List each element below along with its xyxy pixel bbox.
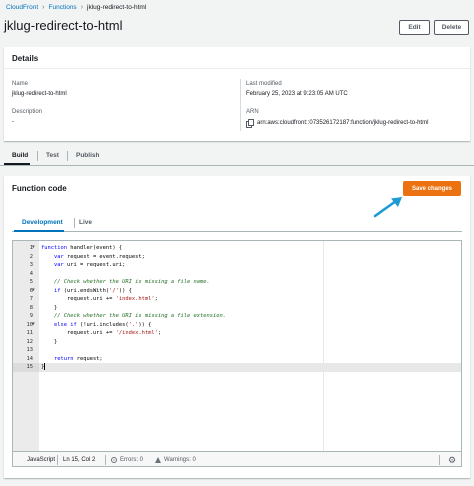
- active-line-highlight: [39, 363, 461, 372]
- line-number: 3: [29, 262, 33, 268]
- code-text: if (uri.endsWith('/')) {: [53, 287, 132, 294]
- code-text: else if (!uri.includes('.')) {: [53, 321, 152, 328]
- statusbar-divider: [439, 455, 440, 465]
- code-editor[interactable]: 1 ▼ function handler(event) {2 var request…: [12, 240, 462, 467]
- code-text: }: [41, 363, 46, 370]
- code-line[interactable]: 5 // Check whether the URI is missing a …: [13, 278, 461, 287]
- description-label: Description: [12, 109, 43, 115]
- code-text: var uri = request.uri;: [53, 262, 126, 268]
- line-number: 10: [26, 321, 34, 328]
- arn-label: ARN: [246, 109, 259, 115]
- code-line[interactable]: 11 request.uri += '/index.html';: [13, 329, 461, 338]
- page-title: jklug-redirect-to-html: [4, 18, 123, 33]
- name-label: Name: [12, 81, 29, 87]
- code-line[interactable]: 6 ▼ if (uri.endsWith('/')) {: [13, 287, 461, 296]
- breadcrumb-cloudfront[interactable]: CloudFront: [6, 4, 38, 11]
- fold-toggle-icon[interactable]: ▼: [32, 244, 35, 253]
- tab-test[interactable]: Test: [46, 152, 59, 159]
- statusbar-divider: [105, 455, 106, 465]
- code-line[interactable]: 2 var request = event.request;: [13, 253, 461, 262]
- gear-icon[interactable]: ⚙: [447, 455, 457, 465]
- text-cursor: [44, 363, 46, 370]
- editor-statusbar: JavaScript Ln 15, Col 2 × Errors: 0 Warn…: [13, 451, 461, 466]
- description-value: -: [12, 119, 14, 125]
- line-number: 13: [26, 347, 34, 353]
- name-value: jklug-redirect-to-html: [12, 91, 67, 97]
- tab-development[interactable]: Development: [22, 219, 63, 226]
- breadcrumb-functions[interactable]: Functions: [49, 4, 77, 11]
- line-number: 11: [26, 330, 34, 336]
- code-line[interactable]: 9 // Check whether the URI is missing a …: [13, 312, 461, 321]
- arn-row: arn:aws:cloudfront::073526172187:functio…: [246, 119, 429, 128]
- function-code-title: Function code: [12, 184, 67, 193]
- breadcrumb: CloudFront › Functions › jklug-redirect-…: [6, 2, 146, 12]
- warning-icon: [155, 457, 161, 463]
- copy-icon[interactable]: [246, 119, 254, 128]
- chevron-right-icon: ›: [42, 3, 45, 11]
- fold-toggle-icon[interactable]: ▼: [32, 321, 35, 330]
- details-title: Details: [4, 47, 470, 69]
- code-subtabs: Development Live: [12, 212, 462, 232]
- tab-publish[interactable]: Publish: [76, 152, 99, 159]
- details-divider: [240, 79, 241, 131]
- code-line[interactable]: 1 ▼ function handler(event) {: [13, 244, 461, 253]
- language-mode[interactable]: JavaScript: [27, 457, 55, 463]
- warnings-count: Warnings: 0: [164, 457, 196, 463]
- delete-button[interactable]: Delete: [434, 20, 469, 35]
- active-subtab-indicator: [14, 230, 64, 232]
- code-line[interactable]: 4: [13, 270, 461, 279]
- code-text: }: [41, 304, 58, 311]
- line-number: 9: [29, 313, 33, 319]
- code-line[interactable]: 14 return request;: [13, 355, 461, 364]
- tab-live[interactable]: Live: [79, 219, 92, 226]
- last-modified-value: February 25, 2023 at 9:23:05 AM UTC: [246, 91, 348, 97]
- chevron-right-icon: ›: [80, 3, 84, 11]
- line-number: 1: [29, 245, 33, 251]
- arn-value: arn:aws:cloudfront::073526172187:functio…: [257, 119, 429, 126]
- active-tab-indicator: [4, 163, 30, 165]
- details-panel: Details Name jklug-redirect-to-html Desc…: [4, 47, 470, 141]
- line-number: 4: [29, 270, 33, 277]
- fold-toggle-icon[interactable]: ▼: [32, 287, 35, 296]
- code-line[interactable]: 12 }: [13, 338, 461, 347]
- code-line[interactable]: 13: [13, 346, 461, 355]
- code-text: request.uri += 'index.html';: [41, 296, 158, 302]
- code-text: // Check whether the URI is missing a fi…: [53, 313, 226, 319]
- last-modified-label: Last modified: [246, 81, 282, 87]
- tab-divider: [67, 151, 68, 161]
- code-text: // Check whether the URI is missing a fi…: [53, 279, 210, 285]
- errors-indicator[interactable]: × Errors: 0: [111, 457, 143, 463]
- subtab-divider: [74, 218, 75, 228]
- main-tabs: Build Test Publish: [0, 146, 474, 166]
- code-line[interactable]: 15}: [13, 363, 461, 372]
- code-line[interactable]: 7 request.uri += 'index.html';: [13, 295, 461, 304]
- line-number: 7: [29, 296, 33, 302]
- code-text: var request = event.request;: [53, 253, 145, 260]
- statusbar-divider: [57, 455, 58, 465]
- code-text: }: [41, 338, 58, 345]
- line-number: 14: [26, 355, 34, 362]
- edit-button[interactable]: Edit: [399, 20, 430, 35]
- cursor-position: Ln 15, Col 2: [63, 457, 96, 463]
- tab-divider: [37, 151, 38, 161]
- code-line[interactable]: 3 var uri = request.uri;: [13, 261, 461, 270]
- warnings-indicator[interactable]: Warnings: 0: [155, 457, 196, 463]
- tab-build[interactable]: Build: [12, 152, 28, 159]
- line-number: 6: [29, 287, 33, 294]
- save-changes-button[interactable]: Save changes: [403, 181, 461, 196]
- code-text: return request;: [53, 355, 103, 362]
- code-line[interactable]: 10 ▼ else if (!uri.includes('.')) {: [13, 321, 461, 330]
- line-number: 15: [26, 364, 34, 370]
- code-text: function handler(event) {: [41, 245, 123, 251]
- breadcrumb-current: jklug-redirect-to-html: [87, 3, 147, 11]
- line-number: 5: [29, 279, 33, 285]
- line-number: 12: [26, 338, 34, 345]
- error-icon: ×: [111, 457, 117, 463]
- code-text: request.uri += '/index.html';: [41, 330, 162, 336]
- line-number: 2: [29, 253, 33, 260]
- code-line[interactable]: 8 }: [13, 304, 461, 313]
- line-number: 8: [29, 304, 33, 311]
- errors-count: Errors: 0: [120, 457, 144, 463]
